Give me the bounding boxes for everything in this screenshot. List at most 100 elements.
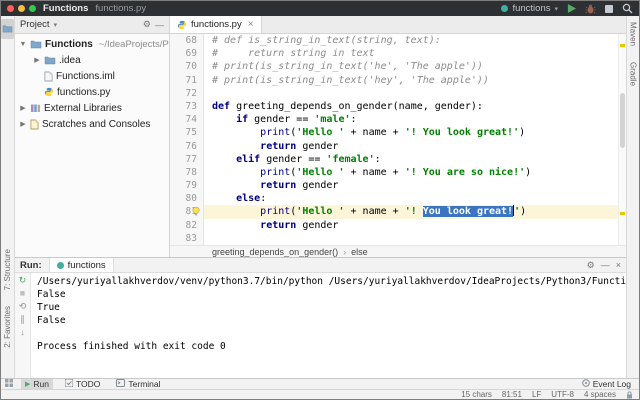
hide-panel-icon[interactable]: —: [601, 260, 610, 270]
code-line-77[interactable]: 77 elif gender == 'female':: [170, 153, 626, 166]
run-button[interactable]: [567, 4, 576, 13]
close-tab-icon[interactable]: ×: [248, 19, 254, 30]
code-line-70[interactable]: 70# print(is_string_in_text('he', 'The a…: [170, 60, 626, 73]
hide-panel-icon[interactable]: —: [155, 20, 164, 30]
editor-tab-bar: functions.py ×: [170, 16, 626, 33]
code-line-76[interactable]: 76 return gender: [170, 140, 626, 153]
chevron-collapsed-icon[interactable]: ▶: [19, 104, 27, 112]
project-tree-item[interactable]: ▶External Libraries: [15, 100, 169, 116]
toolwindow-bar: ▶ Run TODO Terminal Event Log: [1, 378, 639, 389]
close-panel-icon[interactable]: ×: [616, 260, 621, 270]
status-item[interactable]: LF: [532, 390, 541, 399]
terminal-toolwindow-label: Terminal: [128, 379, 160, 389]
zoom-window-button[interactable]: [29, 5, 36, 12]
status-item[interactable]: 81:51: [502, 390, 522, 399]
chevron-collapsed-icon[interactable]: ▶: [33, 56, 41, 64]
project-tree-item[interactable]: ▶.idea: [15, 52, 169, 68]
code-line-81[interactable]: 81 print('Hello ' + name + '! You look g…: [170, 205, 626, 218]
code-segment: def: [212, 101, 236, 112]
project-tree-item[interactable]: functions.py: [15, 84, 169, 100]
toolwindow-button-7-structure[interactable]: 7: Structure: [3, 249, 12, 290]
code-segment: 'Hello ': [296, 206, 344, 217]
code-line-80[interactable]: 80 else:: [170, 192, 626, 205]
code-line-69[interactable]: 69# return string in text: [170, 47, 626, 60]
debug-button[interactable]: [585, 3, 596, 14]
minimize-window-button[interactable]: [18, 5, 25, 12]
editor[interactable]: 68# def is_string_in_text(string, text):…: [170, 34, 626, 245]
code-line-79[interactable]: 79 return gender: [170, 179, 626, 192]
status-item[interactable]: 15 chars: [461, 390, 492, 399]
code-line-68[interactable]: 68# def is_string_in_text(string, text):: [170, 34, 626, 47]
code-line-71[interactable]: 71# print(is_string_in_text('hey', 'The …: [170, 74, 626, 87]
code-segment: print: [260, 127, 290, 138]
stop-icon[interactable]: ■: [20, 289, 25, 298]
header-row: Project ▾ ⚙ — functions.py ×: [15, 16, 626, 34]
title-bar: Functions functions.py functions ▾: [1, 1, 639, 16]
project-tree: ▼Functions~/IdeaProjects/Python3/Functio…: [15, 36, 169, 132]
close-window-button[interactable]: [7, 5, 14, 12]
toolwindow-button-gradle[interactable]: Gradle: [629, 62, 638, 86]
breadcrumb-item[interactable]: greeting_depends_on_gender(): [212, 247, 338, 257]
code-line-83[interactable]: 83: [170, 232, 626, 245]
event-log-button[interactable]: Event Log: [578, 379, 635, 389]
intention-bulb-icon[interactable]: [191, 206, 201, 220]
settings-gear-icon[interactable]: ⚙: [143, 19, 151, 30]
run-config-selector[interactable]: functions ▾: [501, 3, 558, 14]
project-panel: ▼Functions~/IdeaProjects/Python3/Functio…: [15, 34, 170, 257]
editor-tab-functions-py[interactable]: functions.py ×: [170, 16, 262, 33]
stop-button[interactable]: [605, 5, 613, 13]
settings-gear-icon[interactable]: ⚙: [587, 260, 595, 271]
chevron-collapsed-icon[interactable]: ▶: [19, 120, 27, 128]
pause-output-icon[interactable]: ∥: [20, 315, 25, 324]
run-tab-label: functions: [68, 260, 106, 271]
toolwindow-button-maven[interactable]: Maven: [629, 22, 638, 46]
project-tree-item[interactable]: ▶Scratches and Consoles: [15, 116, 169, 132]
code-segment: (name, gender):: [393, 101, 483, 112]
code-line-82[interactable]: 82 return gender: [170, 219, 626, 232]
code-line-73[interactable]: 73def greeting_depends_on_gender(name, g…: [170, 100, 626, 113]
project-tree-item[interactable]: ▼Functions~/IdeaProjects/Python3/Functio…: [15, 36, 169, 52]
scroll-to-end-icon[interactable]: ↓: [20, 328, 25, 337]
line-number: 68: [170, 34, 204, 47]
scrollbar-thumb[interactable]: [620, 93, 625, 148]
project-toolwindow-button[interactable]: [1, 19, 14, 39]
code-segment: [212, 154, 236, 165]
run-tab-functions[interactable]: functions: [49, 258, 114, 272]
code-line-75[interactable]: 75 print('Hello ' + name + '! You look g…: [170, 126, 626, 139]
code-line-74[interactable]: 74 if gender == 'male':: [170, 113, 626, 126]
console-line: True: [37, 301, 626, 314]
terminal-icon: [116, 379, 125, 389]
code-line-72[interactable]: 72: [170, 87, 626, 100]
terminal-toolwindow-button[interactable]: Terminal: [112, 379, 164, 389]
run-icon: ▶: [25, 380, 30, 388]
rerun-icon[interactable]: ↻: [19, 276, 27, 285]
code-line-78[interactable]: 78 print('Hello ' + name + '! You are so…: [170, 166, 626, 179]
todo-toolwindow-button[interactable]: TODO: [61, 379, 104, 389]
project-tree-item[interactable]: Functions.iml: [15, 68, 169, 84]
code-segment: # return string in text: [212, 48, 375, 59]
warning-stripe-mark[interactable]: [620, 44, 625, 47]
chevron-down-icon[interactable]: ▾: [54, 21, 58, 29]
search-everywhere-button[interactable]: [622, 3, 633, 14]
tree-item-label: Functions.iml: [56, 71, 115, 82]
ide-window: Functions functions.py functions ▾: [0, 0, 640, 400]
warning-stripe-mark[interactable]: [620, 212, 625, 215]
status-bar: 15 chars 81:51 LF UTF-8 4 spaces: [1, 389, 639, 399]
left-strip-labels: 7: Structure 2: Favorites: [3, 249, 12, 348]
code-segment: ): [520, 206, 526, 217]
lock-icon[interactable]: [626, 391, 633, 399]
console-line: [37, 327, 626, 340]
console-output[interactable]: /Users/yuriyallakhverdov/venv/python3.7/…: [31, 273, 626, 378]
line-number: 79: [170, 179, 204, 192]
status-item[interactable]: UTF-8: [551, 390, 574, 399]
toolwindow-button-2-favorites[interactable]: 2: Favorites: [3, 306, 12, 348]
chevron-expanded-icon[interactable]: ▼: [19, 41, 27, 48]
toolwindow-switcher-icon[interactable]: [5, 379, 13, 389]
run-toolwindow-button[interactable]: ▶ Run: [21, 379, 53, 389]
status-item[interactable]: 4 spaces: [584, 390, 616, 399]
restore-layout-icon[interactable]: ⟲: [19, 302, 27, 311]
breadcrumb-item[interactable]: else: [351, 247, 368, 257]
editor-scrollbar[interactable]: [618, 34, 626, 245]
right-toolwindow-strip: Maven Gradle: [626, 16, 639, 378]
editor-tab-label: functions.py: [191, 19, 242, 30]
